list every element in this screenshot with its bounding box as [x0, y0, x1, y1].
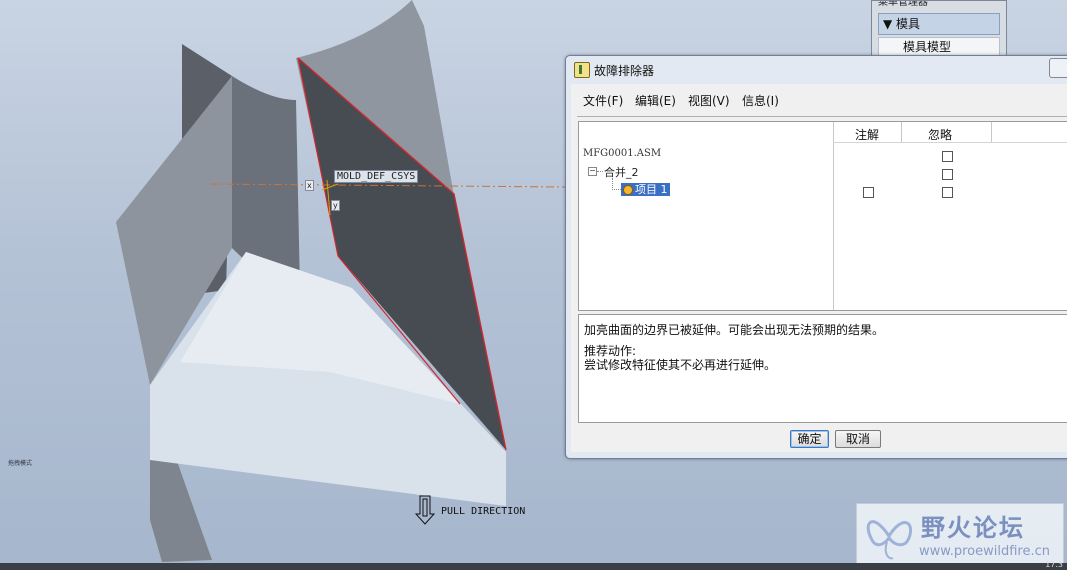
column-divider-head — [901, 122, 902, 142]
watermark-title: 野火论坛 — [921, 514, 1025, 542]
menu-separator — [577, 116, 1067, 117]
menu-file[interactable]: 文件(F) — [583, 92, 623, 109]
status-bar: 17.3 — [0, 560, 1067, 570]
csys-marker-bottom: y — [331, 200, 340, 211]
pull-direction-arrow — [414, 495, 436, 525]
forum-watermark: 野火论坛 www.proewildfire.cn — [856, 503, 1064, 567]
menubar: 文件(F) 编辑(E) 视图(V) 信息(I) — [571, 88, 1067, 108]
menu-edit[interactable]: 编辑(E) — [635, 92, 676, 109]
close-button[interactable] — [1049, 58, 1067, 78]
menu-item-mold-model[interactable]: 模具模型 — [878, 37, 1000, 57]
troubleshooter-icon — [574, 62, 590, 78]
warning-bullet-icon — [623, 185, 633, 195]
menu-group-mold-label: 模具 — [896, 17, 921, 31]
menu-manager-header: 菜单管理器 — [878, 1, 928, 8]
item-tree-table[interactable]: 注解 忽略 MFG0001.ASM − 合并_2 项目 1 — [578, 121, 1067, 311]
pull-direction-label: PULL DIRECTION — [441, 506, 526, 517]
tree-connector-h — [612, 189, 621, 191]
dialog-title: 故障排除器 — [594, 64, 655, 78]
csys-label: MOLD_DEF_CSYS — [334, 170, 419, 183]
status-readout: 17.3 — [1045, 560, 1063, 569]
ok-button[interactable]: 确定 — [790, 430, 829, 448]
csys-marker-left: x — [305, 180, 314, 191]
tree-node-item-selected[interactable]: 项目 1 — [621, 183, 670, 196]
column-ignore[interactable]: 忽略 — [928, 126, 952, 143]
menu-group-mold[interactable]: ▼ 模具 — [878, 13, 1000, 35]
dialog-titlebar[interactable]: 故障排除器 — [566, 56, 1067, 83]
tree-root-asm[interactable]: MFG0001.ASM — [583, 148, 661, 159]
tree-connector — [597, 171, 603, 173]
ignore-checkbox-root[interactable] — [942, 151, 953, 162]
troubleshooter-dialog: 故障排除器 文件(F) 编辑(E) 视图(V) 信息(I) 注解 忽略 MFG0… — [565, 55, 1067, 459]
mode-label: 拖拽模式 — [8, 460, 33, 467]
column-note[interactable]: 注解 — [855, 126, 879, 143]
message-area: 加亮曲面的边界已被延伸。可能会出现无法预期的结果。 推荐动作: 尝试修改特征使其… — [578, 314, 1067, 423]
tree-node-merge[interactable]: 合并_2 — [604, 164, 639, 180]
note-checkbox-item[interactable] — [863, 187, 874, 198]
menu-info[interactable]: 信息(I) — [742, 92, 779, 109]
cancel-button[interactable]: 取消 — [835, 430, 881, 448]
watermark-url: www.proewildfire.cn — [919, 544, 1050, 559]
message-line-3: 尝试修改特征使其不必再进行延伸。 — [584, 358, 777, 372]
butterfly-logo-icon — [866, 520, 912, 560]
menu-view[interactable]: 视图(V) — [688, 92, 730, 109]
message-line-1: 加亮曲面的边界已被延伸。可能会出现无法预期的结果。 — [584, 323, 885, 337]
dialog-client: 文件(F) 编辑(E) 视图(V) 信息(I) 注解 忽略 MFG0001.AS… — [571, 84, 1067, 452]
ignore-checkbox-merge[interactable] — [942, 169, 953, 180]
column-divider-head-2 — [991, 122, 992, 142]
collapse-icon[interactable]: − — [588, 167, 597, 176]
ignore-checkbox-item[interactable] — [942, 187, 953, 198]
column-divider — [833, 122, 834, 310]
tree-node-item-label: 项目 1 — [635, 183, 668, 196]
